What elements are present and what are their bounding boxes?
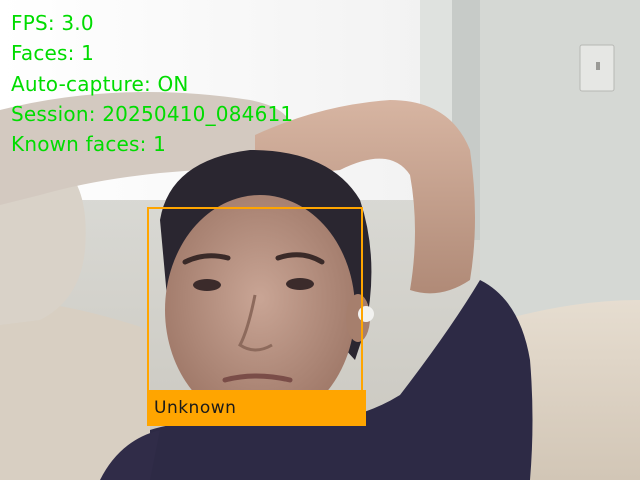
session-id-readout: Session: 20250410_084611 (11, 102, 294, 126)
face-label-bar: Unknown (147, 390, 366, 426)
face-identity-label: Unknown (154, 398, 237, 418)
fps-readout: FPS: 3.0 (11, 11, 94, 35)
auto-capture-status: Auto-capture: ON (11, 72, 189, 96)
face-recognition-viewer: FPS: 3.0 Faces: 1 Auto-capture: ON Sessi… (0, 0, 640, 480)
known-faces-count-readout: Known faces: 1 (11, 132, 167, 156)
faces-count-readout: Faces: 1 (11, 41, 95, 65)
